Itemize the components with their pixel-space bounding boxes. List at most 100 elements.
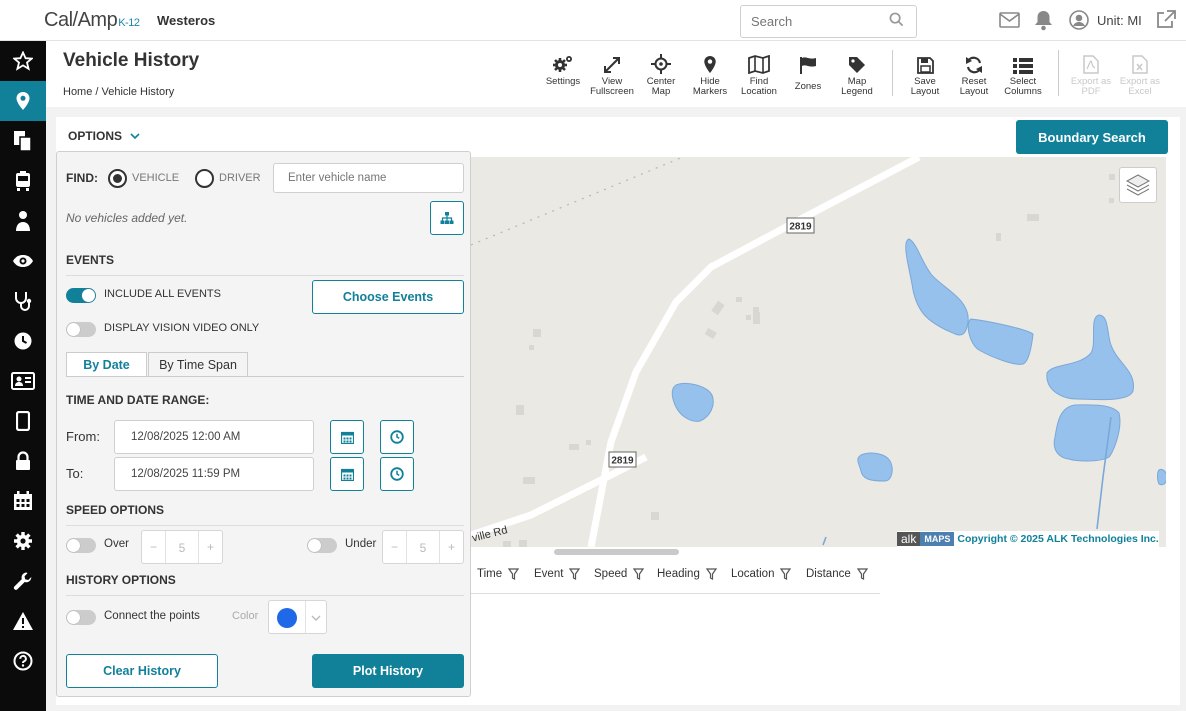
external-link-icon[interactable] — [1156, 10, 1176, 29]
sidebar-item-diagnostics[interactable] — [0, 281, 46, 321]
toolbar-map-legend-button[interactable]: Map Legend — [833, 52, 881, 97]
vision-video-toggle[interactable] — [66, 322, 96, 337]
toolbar-find-location-button[interactable]: Find Location — [735, 52, 783, 97]
sidebar-item-driver[interactable] — [0, 201, 46, 241]
search-icon[interactable] — [889, 12, 904, 27]
filter-icon[interactable] — [705, 568, 717, 580]
tab-by-time-span[interactable]: By Time Span — [148, 352, 248, 377]
toolbar-view-fullscreen-button[interactable]: View Fullscreen — [588, 52, 636, 97]
increment-button[interactable]: + — [199, 540, 222, 554]
speed-over-label: Over — [104, 538, 129, 550]
sidebar-item-history[interactable] — [0, 321, 46, 361]
speed-under-stepper[interactable]: −5 + — [382, 530, 464, 564]
documents-icon — [14, 131, 32, 152]
sidebar-item-vision[interactable] — [0, 241, 46, 281]
connect-points-label: Connect the points — [104, 610, 200, 622]
decrement-button[interactable]: − — [383, 540, 406, 554]
toolbar-hide-markers-button[interactable]: Hide Markers — [686, 52, 734, 97]
column-header-location[interactable]: Location — [731, 568, 792, 580]
filter-icon[interactable] — [508, 568, 520, 580]
toolbar-export-pdf-button[interactable]: Export as PDF — [1067, 52, 1115, 97]
from-calendar-button[interactable] — [330, 420, 364, 454]
increment-button[interactable]: + — [440, 540, 463, 554]
map-layers-button[interactable] — [1119, 167, 1157, 203]
stethoscope-icon — [15, 292, 32, 311]
clock-icon — [390, 430, 404, 444]
sidebar-item-tablet[interactable] — [0, 401, 46, 441]
filter-icon[interactable] — [569, 568, 581, 580]
color-picker[interactable] — [268, 600, 327, 634]
toolbar-zones-button[interactable]: Zones — [784, 52, 832, 92]
bell-icon[interactable] — [1034, 10, 1053, 31]
road-label-2819-bottom: 2819 — [608, 451, 637, 468]
flag-icon — [800, 57, 816, 74]
decrement-button[interactable]: − — [142, 540, 165, 554]
toolbar-select-columns-button[interactable]: Select Columns — [999, 52, 1047, 97]
to-clock-button[interactable] — [380, 457, 414, 491]
floppy-icon — [916, 57, 934, 74]
toolbar-save-layout-button[interactable]: Save Layout — [901, 52, 949, 97]
clear-history-button[interactable]: Clear History — [66, 654, 218, 688]
sidebar-item-tools[interactable] — [0, 561, 46, 601]
vehicle-radio[interactable] — [108, 169, 127, 188]
from-datetime-input[interactable]: 12/08/2025 12:00 AM — [114, 420, 314, 454]
speed-under-value[interactable]: 5 — [405, 531, 441, 563]
breadcrumb[interactable]: Home / Vehicle History — [63, 86, 174, 98]
toolbar-center-map-button[interactable]: Center Map — [637, 52, 685, 97]
section-divider — [66, 275, 464, 276]
speed-over-stepper[interactable]: −5 + — [141, 530, 223, 564]
column-header-time[interactable]: Time — [477, 568, 520, 580]
driver-radio-label[interactable]: DRIVER — [219, 172, 261, 184]
filter-icon[interactable] — [856, 568, 868, 580]
sidebar-item-alerts[interactable] — [0, 601, 46, 641]
vehicle-radio-label[interactable]: VEHICLE — [132, 172, 179, 184]
driver-radio[interactable] — [195, 169, 214, 188]
toolbar-separator — [892, 50, 893, 96]
column-header-heading[interactable]: Heading — [657, 568, 717, 580]
sidebar-item-reports[interactable] — [0, 121, 46, 161]
sidebar-item-calendar[interactable] — [0, 481, 46, 521]
column-header-distance[interactable]: Distance — [806, 568, 868, 580]
speed-over-value[interactable]: 5 — [164, 531, 200, 563]
map-resize-handle[interactable] — [554, 549, 679, 555]
mail-icon[interactable] — [999, 12, 1020, 28]
vehicle-name-input[interactable] — [273, 163, 464, 193]
include-all-events-toggle[interactable] — [66, 288, 96, 303]
map-view[interactable]: 2819 2819 ville Rd — [471, 157, 1166, 547]
help-icon — [13, 651, 33, 671]
crosshair-icon — [651, 54, 671, 74]
sidebar-item-map[interactable] — [0, 81, 46, 121]
toolbar-settings-button[interactable]: Settings — [539, 52, 587, 87]
choose-events-button[interactable]: Choose Events — [312, 280, 464, 314]
to-datetime-input[interactable]: 12/08/2025 11:59 PM — [114, 457, 314, 491]
sidebar-item-id-card[interactable] — [0, 361, 46, 401]
calamp-logo[interactable]: Cal/AmpK-12 — [44, 9, 140, 32]
boundary-search-button[interactable]: Boundary Search — [1016, 120, 1168, 154]
top-bar: Cal/AmpK-12 Westeros Unit: MI — [0, 0, 1186, 41]
road-label-2819-top: 2819 — [786, 217, 815, 234]
sidebar-item-bus[interactable] — [0, 161, 46, 201]
vehicle-tree-button[interactable] — [430, 201, 464, 235]
sidebar-item-security[interactable] — [0, 441, 46, 481]
filter-icon[interactable] — [780, 568, 792, 580]
plot-history-button[interactable]: Plot History — [312, 654, 464, 688]
tab-by-date[interactable]: By Date — [66, 352, 147, 377]
column-header-event[interactable]: Event — [534, 568, 581, 580]
options-dropdown[interactable]: OPTIONS — [68, 129, 140, 143]
speed-under-toggle[interactable] — [307, 538, 337, 553]
user-avatar-icon[interactable] — [1069, 10, 1089, 30]
sidebar-item-favorites[interactable] — [0, 41, 46, 81]
map-canvas[interactable]: 2819 2819 ville Rd — [471, 157, 1166, 547]
sidebar-item-settings[interactable] — [0, 521, 46, 561]
connect-points-toggle[interactable] — [66, 610, 96, 625]
speed-over-toggle[interactable] — [66, 538, 96, 553]
to-calendar-button[interactable] — [330, 457, 364, 491]
filter-icon[interactable] — [633, 568, 645, 580]
toolbar-export-excel-button[interactable]: Export as Excel — [1116, 52, 1164, 97]
from-clock-button[interactable] — [380, 420, 414, 454]
no-vehicles-text: No vehicles added yet. — [66, 211, 188, 225]
unit-selector[interactable]: Unit: MI — [1097, 13, 1142, 28]
sidebar-item-help[interactable] — [0, 641, 46, 681]
column-header-speed[interactable]: Speed — [594, 568, 645, 580]
toolbar-reset-layout-button[interactable]: Reset Layout — [950, 52, 998, 97]
